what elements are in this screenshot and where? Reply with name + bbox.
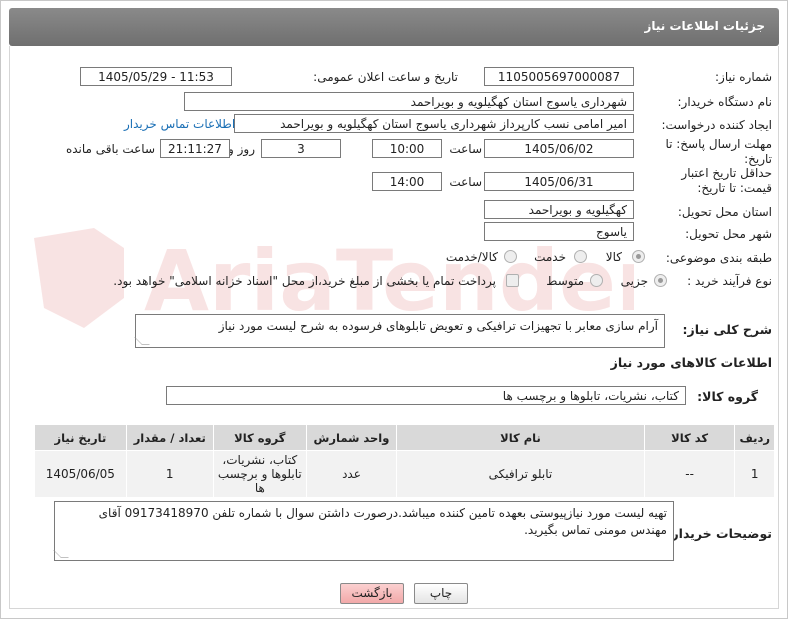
reply-deadline-label: مهلت ارسال پاسخ: تا تاریخ: xyxy=(665,137,772,166)
buyer-contact-link[interactable]: اطلاعات تماس خریدار xyxy=(124,117,235,131)
purchase-medium-radio[interactable] xyxy=(590,274,603,287)
reply-date-field: 1405/06/02 xyxy=(484,139,634,158)
delivery-city-field: یاسوج xyxy=(484,222,634,241)
goods-info-heading: اطلاعات کالاهای مورد نیاز xyxy=(610,355,772,370)
announce-datetime-field: 1405/05/29 - 11:53 xyxy=(80,67,232,86)
requester-field: امیر امامی نسب کارپرداز شهرداری یاسوج اس… xyxy=(234,114,634,133)
time-remaining-label: ساعت باقی مانده xyxy=(65,142,155,156)
treasury-note: پرداخت تمام یا بخشی از مبلغ خرید،از محل … xyxy=(113,274,496,288)
col-header-qty: تعداد / مقدار xyxy=(125,424,214,451)
resize-handle-icon[interactable] xyxy=(134,337,150,345)
cell-code: -- xyxy=(643,450,736,498)
cell-group: کتاب، نشریات، تابلوها و برچسب ها xyxy=(212,450,307,498)
reply-time-label: ساعت xyxy=(449,142,482,156)
category-goods-radio[interactable] xyxy=(632,250,645,263)
purchase-minor-radio[interactable] xyxy=(654,274,667,287)
goods-group-field: کتاب، نشریات، تابلوها و برچسب ها xyxy=(166,386,686,405)
col-header-name: نام کالا xyxy=(396,424,645,451)
goods-group-label: گروه کالا: xyxy=(697,389,758,404)
treasury-checkbox[interactable] xyxy=(506,274,519,287)
buyer-org-field: شهرداری یاسوج استان کهگیلویه و بویراحمد xyxy=(184,92,634,111)
price-time-label: ساعت xyxy=(449,175,482,189)
purchase-medium-label: متوسط xyxy=(546,274,584,288)
goods-table: ردیف کد کالا نام کالا واحد شمارش گروه کا… xyxy=(34,424,775,498)
col-header-date: تاریخ نیاز xyxy=(34,424,127,451)
delivery-city-label: شهر محل تحویل: xyxy=(685,227,772,241)
price-date-field: 1405/06/31 xyxy=(484,172,634,191)
delivery-province-label: استان محل تحویل: xyxy=(677,205,772,219)
cell-date: 1405/06/05 xyxy=(34,450,127,498)
buyer-notes-label: توضیحات خریدار: xyxy=(666,526,772,541)
time-left-field: 21:11:27 xyxy=(160,139,230,158)
col-header-code: کد کالا xyxy=(643,424,736,451)
delivery-province-field: کهگیلویه و بویراحمد xyxy=(484,200,634,219)
goods-table-header-row: ردیف کد کالا نام کالا واحد شمارش گروه کا… xyxy=(34,424,775,451)
cell-row: 1 xyxy=(734,450,775,498)
category-goods-service-label: کالا/خدمت xyxy=(445,250,498,264)
category-service-label: خدمت xyxy=(534,250,566,264)
page-title: جزئیات اطلاعات نیاز xyxy=(644,19,765,33)
buyer-notes-text: تهیه لیست مورد نیازپیوستی بعهده تامین کن… xyxy=(98,506,667,537)
announce-datetime-label: تاریخ و ساعت اعلان عمومی: xyxy=(313,70,458,84)
col-header-row: ردیف xyxy=(734,424,775,451)
category-goods-service-radio[interactable] xyxy=(504,250,517,263)
days-left-field: 3 xyxy=(261,139,341,158)
need-number-field: 1105005697000087 xyxy=(484,67,634,86)
cell-qty: 1 xyxy=(125,450,214,498)
category-service-radio[interactable] xyxy=(574,250,587,263)
print-button[interactable]: چاپ xyxy=(414,583,468,604)
resize-handle-icon[interactable] xyxy=(53,550,69,558)
category-label: طبقه بندی موضوعی: xyxy=(665,251,772,265)
purchase-type-label: نوع فرآیند خرید : xyxy=(687,274,772,288)
table-row: 1 -- تابلو ترافیکی عدد کتاب، نشریات، تاب… xyxy=(34,450,775,498)
requester-label: ایجاد کننده درخواست: xyxy=(661,118,772,132)
buyer-notes-textarea: تهیه لیست مورد نیازپیوستی بعهده تامین کن… xyxy=(53,501,674,561)
price-time-field: 14:00 xyxy=(372,172,442,191)
general-desc-textarea: آرام سازی معابر با تجهیزات ترافیکی و تعو… xyxy=(134,314,665,348)
cell-name: تابلو ترافیکی xyxy=(396,450,645,498)
reply-time-field: 10:00 xyxy=(372,139,442,158)
col-header-group: گروه کالا xyxy=(212,424,307,451)
general-desc-text: آرام سازی معابر با تجهیزات ترافیکی و تعو… xyxy=(218,319,658,333)
day-and-label: روز و xyxy=(228,142,255,156)
back-button[interactable]: بازگشت xyxy=(340,583,404,604)
general-desc-label: شرح کلی نیاز: xyxy=(682,322,772,337)
price-validity-label: حداقل تاریخ اعتبار قیمت: تا تاریخ: xyxy=(681,166,772,195)
buyer-org-label: نام دستگاه خریدار: xyxy=(677,95,773,109)
title-bar: جزئیات اطلاعات نیاز xyxy=(9,8,779,46)
col-header-unit: واحد شمارش xyxy=(305,424,398,451)
category-goods-label: کالا xyxy=(605,250,622,264)
purchase-minor-label: جزیی xyxy=(620,274,648,288)
need-number-label: شماره نیاز: xyxy=(715,70,772,84)
cell-unit: عدد xyxy=(305,450,398,498)
